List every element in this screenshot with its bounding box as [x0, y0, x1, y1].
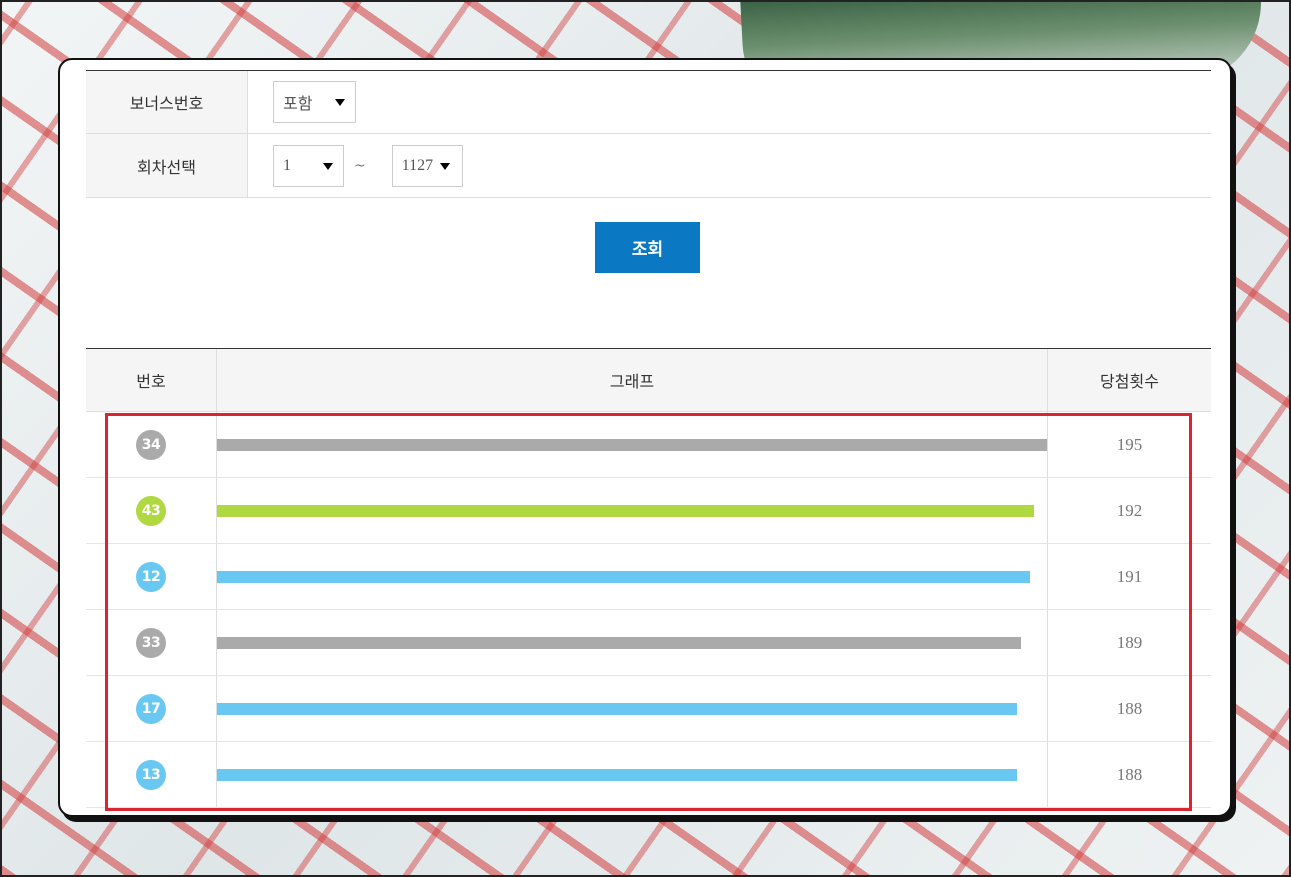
number-ball: 43: [136, 495, 166, 526]
chevron-down-icon: [439, 162, 450, 170]
graph-cell: [217, 742, 1048, 807]
bonus-label: 보너스번호: [86, 71, 248, 133]
table-header: 번호 그래프 당첨횟수: [86, 349, 1211, 412]
table-row: 17 188: [86, 676, 1211, 742]
header-graph: 그래프: [217, 349, 1048, 411]
results-table: 번호 그래프 당첨횟수 34 195 43 192 12 191 33 189 17 188 13 1…: [86, 348, 1211, 808]
number-cell: 12: [86, 544, 217, 609]
frequency-bar: [217, 438, 1047, 451]
count-cell: 195: [1116, 434, 1143, 454]
header-count: 당첨횟수: [1100, 372, 1159, 391]
number-ball: 34: [136, 429, 166, 460]
search-button[interactable]: 조회: [595, 222, 700, 273]
number-ball: 17: [136, 693, 166, 724]
graph-cell: [217, 676, 1048, 741]
graph-cell: [217, 610, 1048, 675]
round-row: 회차선택 1 ~ 1127: [86, 134, 1211, 198]
round-to-value: 1127: [401, 156, 434, 174]
round-label: 회차선택: [86, 134, 248, 197]
table-body: 34 195 43 192 12 191 33 189 17 188 13 188: [86, 412, 1211, 808]
number-ball: 33: [136, 627, 166, 658]
chevron-down-icon: [323, 162, 333, 170]
bonus-select[interactable]: 포함: [273, 81, 356, 123]
number-cell: 34: [86, 412, 217, 477]
graph-cell: [217, 412, 1048, 477]
bonus-select-value: 포함: [283, 94, 313, 113]
frequency-bar: [217, 504, 1034, 517]
count-cell: 189: [1116, 632, 1143, 652]
number-ball: 13: [136, 759, 166, 790]
count-cell: 191: [1116, 566, 1143, 586]
round-from-select[interactable]: 1: [273, 144, 344, 187]
count-cell: 192: [1116, 500, 1143, 520]
round-from-value: 1: [283, 156, 291, 174]
range-separator: ~: [354, 157, 366, 174]
number-cell: 43: [86, 478, 217, 543]
table-row: 43 192: [86, 478, 1211, 544]
number-cell: 33: [86, 610, 217, 675]
bonus-row: 보너스번호 포함: [86, 71, 1211, 134]
count-cell: 188: [1116, 698, 1143, 718]
frequency-bar: [217, 636, 1021, 649]
chevron-down-icon: [335, 99, 345, 106]
graph-cell: [217, 478, 1048, 543]
frequency-bar: [217, 570, 1030, 583]
table-row: 13 188: [86, 742, 1211, 808]
table-row: 12 191: [86, 544, 1211, 610]
round-to-select[interactable]: 1127: [391, 144, 463, 187]
header-number: 번호: [86, 349, 217, 411]
table-row: 34 195: [86, 412, 1211, 478]
graph-cell: [217, 544, 1048, 609]
number-cell: 13: [86, 742, 217, 807]
number-ball: 12: [136, 561, 166, 592]
stats-panel: 보너스번호 포함 회차선택 1 ~ 1127 조회 번호 그래프 당첨횟수 34…: [58, 58, 1232, 817]
frequency-bar: [217, 768, 1017, 781]
number-cell: 17: [86, 676, 217, 741]
frequency-bar: [217, 702, 1017, 715]
table-row: 33 189: [86, 610, 1211, 676]
filter-table: 보너스번호 포함 회차선택 1 ~ 1127: [86, 70, 1211, 198]
count-cell: 188: [1116, 764, 1143, 784]
